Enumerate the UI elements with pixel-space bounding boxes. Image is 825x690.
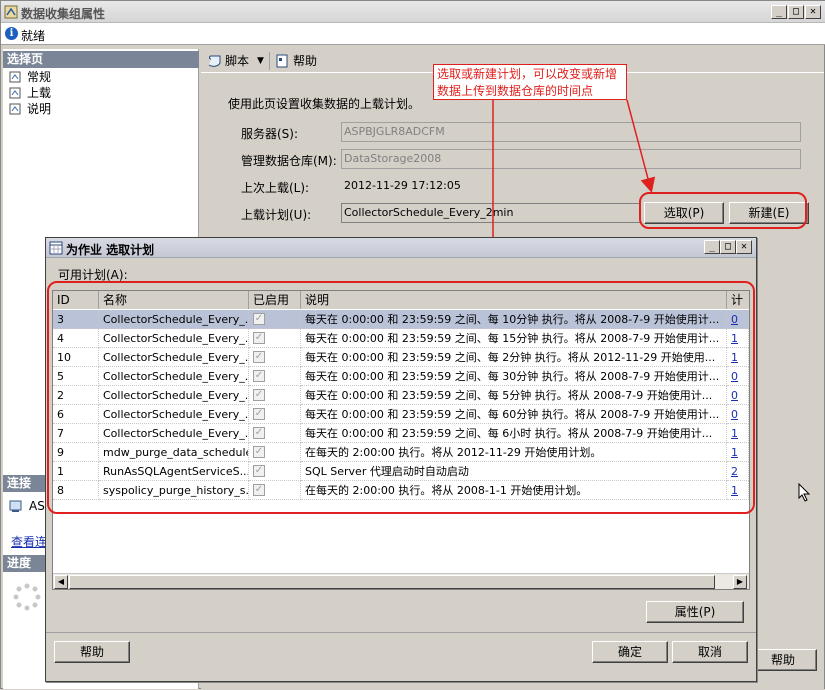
server-label: 服务器(S): [241,127,299,141]
annotation-grid-outline [47,281,755,514]
last-upload-value: 2012-11-29 17:12:05 [344,179,461,192]
cancel-button[interactable]: 取消 [672,641,748,663]
toolbar-help-button[interactable]: 帮助 [293,53,317,69]
connection-text: AS [29,499,45,513]
page-item-description[interactable]: 说明 [9,101,51,117]
warehouse-label: 管理数据仓库(M): [241,154,337,168]
page-item-upload[interactable]: 上载 [9,85,52,101]
page-icon [9,71,21,83]
page-icon [9,103,21,115]
window-title: 数据收集组属性 [21,7,106,21]
minimize-button[interactable]: _ [771,5,787,19]
select-page-header: 选择页 [3,51,199,68]
pick-schedule-dialog: 为作业 选取计划 _ □ ✕ 可用计划(A): ID 名称 已启用 说明 计划 … [45,237,757,682]
mouse-cursor-icon [798,483,811,502]
page-item-label: 说明 [27,102,52,116]
ok-button[interactable]: 确定 [592,641,668,663]
dialog-divider [46,632,756,633]
properties-window: 数据收集组属性 _ □ ✕ i 就绪 选择页 常规 上载 说明 连接 AS 查看… [0,0,825,689]
dialog-title: 为作业 选取计划 [66,243,155,257]
close-button[interactable]: ✕ [805,5,821,19]
page-item-label: 常规 [27,70,52,84]
window-app-icon [4,5,18,19]
status-text: 就绪 [21,29,46,43]
script-button[interactable]: 脚本 [225,53,249,69]
schedule-field: CollectorSchedule_Every_2min [341,203,641,223]
server-icon [9,500,22,512]
horizontal-scrollbar[interactable]: ◀ ▶ [53,573,749,589]
page-icon [9,87,21,99]
warehouse-field: DataStorage2008 [341,149,801,169]
help-icon [276,54,288,68]
scroll-left-arrow-icon[interactable]: ◀ [54,575,68,589]
page-description: 使用此页设置收集数据的上载计划。 [228,97,421,111]
script-icon [208,55,221,67]
progress-spinner-icon [13,583,41,611]
maximize-button[interactable]: □ [788,5,804,19]
dialog-help-button[interactable]: 帮助 [54,641,130,663]
last-upload-label: 上次上载(L): [241,181,310,195]
server-field: ASPBJGLR8ADCFM [341,122,801,142]
window-title-bar: 数据收集组属性 _ □ ✕ [1,1,825,23]
scroll-right-arrow-icon[interactable]: ▶ [733,575,747,589]
info-icon: i [5,27,18,40]
dialog-title-bar: 为作业 选取计划 _ □ ✕ [46,238,756,258]
page-item-label: 上载 [27,86,52,100]
dialog-maximize-button[interactable]: □ [720,240,736,254]
toolbar-divider [269,52,270,70]
dialog-close-button[interactable]: ✕ [736,240,752,254]
scroll-thumb[interactable] [69,575,715,589]
schedule-label: 上载计划(U): [241,208,312,222]
calendar-icon [49,241,63,255]
page-item-general[interactable]: 常规 [9,69,51,85]
status-strip: i 就绪 [1,23,825,45]
annotation-buttons-outline [639,192,807,229]
properties-button[interactable]: 属性(P) [646,601,744,623]
script-dropdown-chevron-icon[interactable]: ▼ [257,53,264,69]
annotation-callout: 选取或新建计划，可以改变或新增数据上传到数据仓库的时间点 [433,64,627,100]
view-connection-link[interactable]: 查看连 [11,533,47,550]
outer-help-button[interactable]: 帮助 [749,649,817,671]
dialog-minimize-button[interactable]: _ [704,240,720,254]
